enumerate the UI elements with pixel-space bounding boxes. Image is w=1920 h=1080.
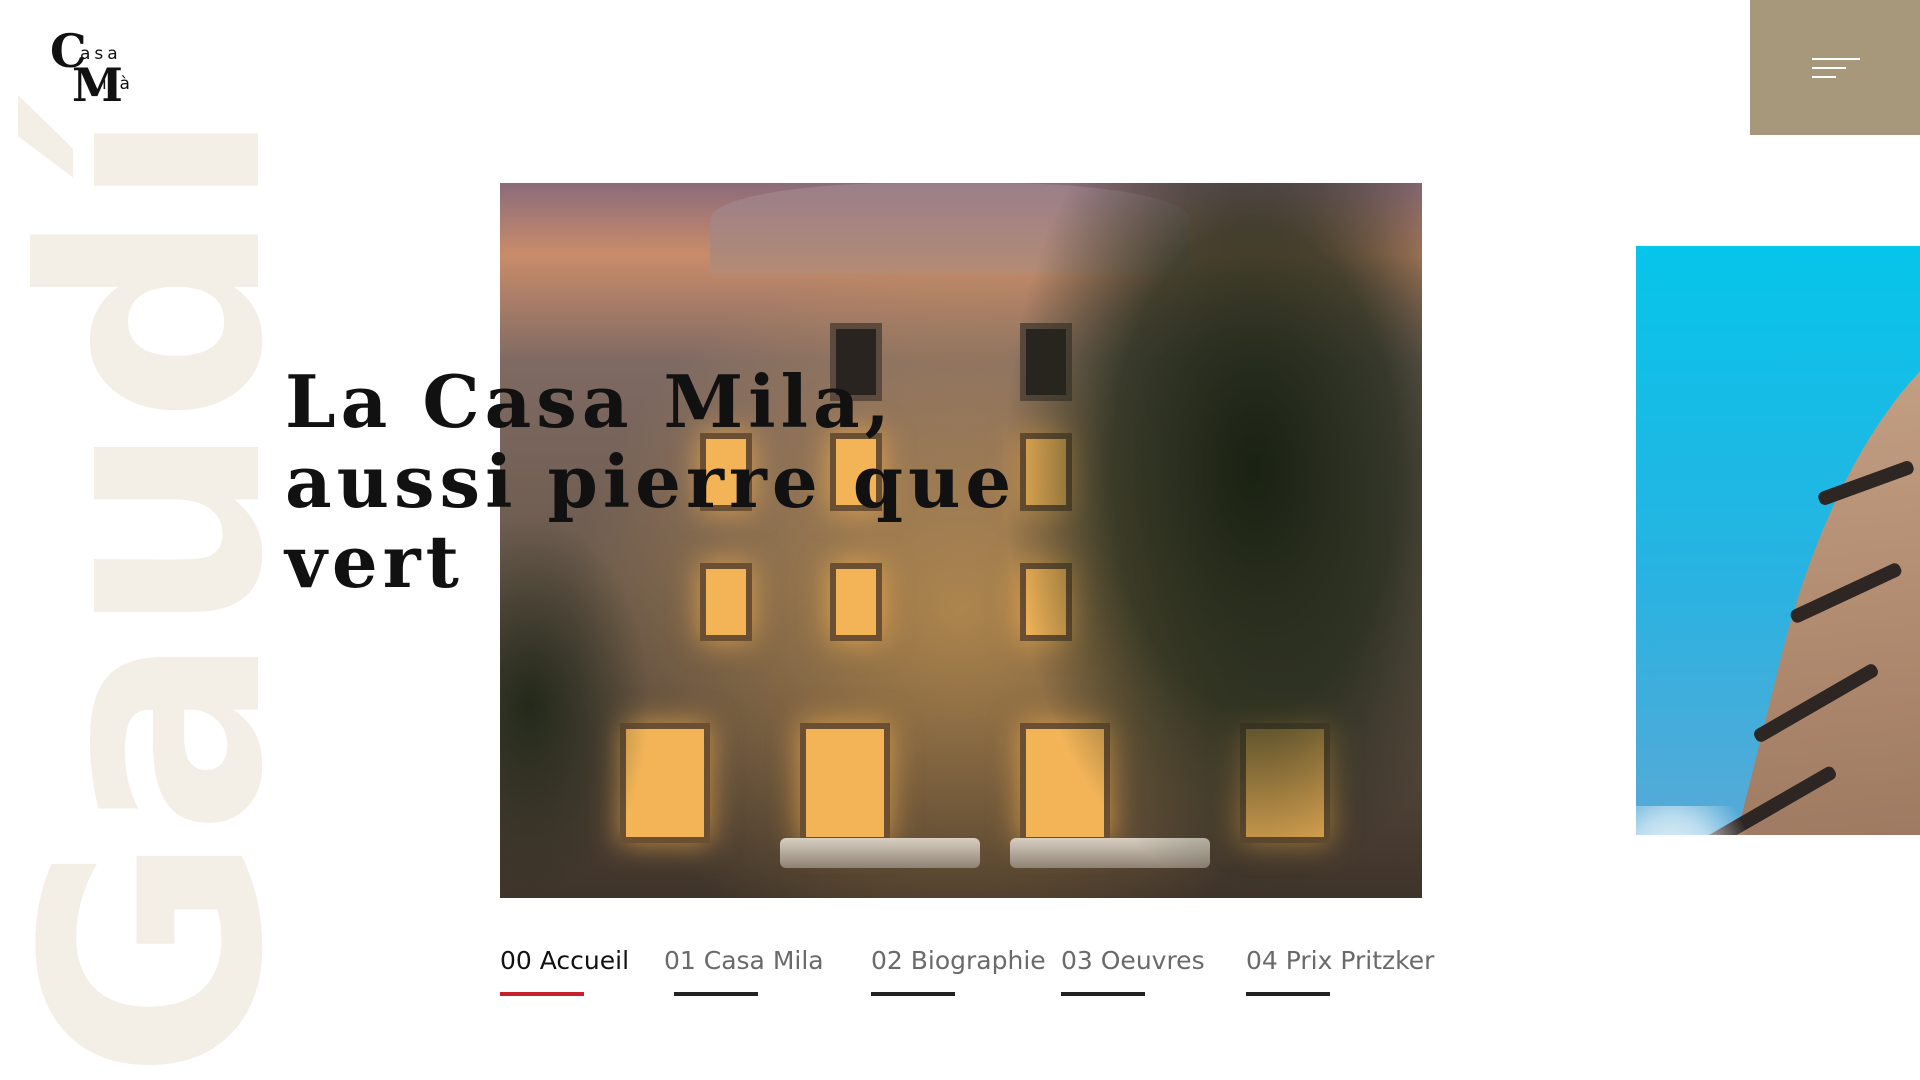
nav-item-underline xyxy=(500,992,584,996)
nav-item-label: 01 Casa Mila xyxy=(664,946,824,975)
logo-text-ila: ilà xyxy=(102,74,134,94)
nav-item-underline xyxy=(674,992,758,996)
nav-item-biographie[interactable]: 02 Biographie xyxy=(871,948,1046,1008)
nav-item-oeuvres[interactable]: 03 Oeuvres xyxy=(1061,948,1205,1008)
nav-item-label: 02 Biographie xyxy=(871,946,1046,975)
nav-item-label: 00 Accueil xyxy=(500,946,630,975)
nav-item-underline xyxy=(1246,992,1330,996)
menu-line xyxy=(1812,76,1836,78)
nav-item-label: 03 Oeuvres xyxy=(1061,946,1205,975)
image-cloud xyxy=(1636,806,1756,835)
nav-item-label: 04 Prix Pritzker xyxy=(1246,946,1435,975)
image-balcony xyxy=(780,838,980,868)
image-window xyxy=(800,723,890,843)
image-tree xyxy=(1002,183,1422,898)
menu-line xyxy=(1812,67,1846,69)
nav-item-prix-pritzker[interactable]: 04 Prix Pritzker xyxy=(1246,948,1434,1008)
menu-button[interactable] xyxy=(1750,0,1920,135)
nav-item-casa-mila[interactable]: 01 Casa Mila xyxy=(664,948,824,1008)
nav-item-underline xyxy=(871,992,955,996)
menu-line xyxy=(1812,58,1860,60)
background-word-gaudi: Gaudí xyxy=(0,110,329,1080)
nav-item-accueil[interactable]: 00 Accueil xyxy=(500,948,629,1008)
nav-item-underline xyxy=(1061,992,1145,996)
image-facade xyxy=(1705,280,1920,835)
logo[interactable]: C asa M ilà xyxy=(50,28,160,108)
side-image-casa-mila xyxy=(1636,246,1920,835)
hero-headline: La Casa Mila, aussi pierre que vert xyxy=(285,359,1017,604)
section-nav: 00 Accueil 01 Casa Mila 02 Biographie 03… xyxy=(500,948,1434,1008)
